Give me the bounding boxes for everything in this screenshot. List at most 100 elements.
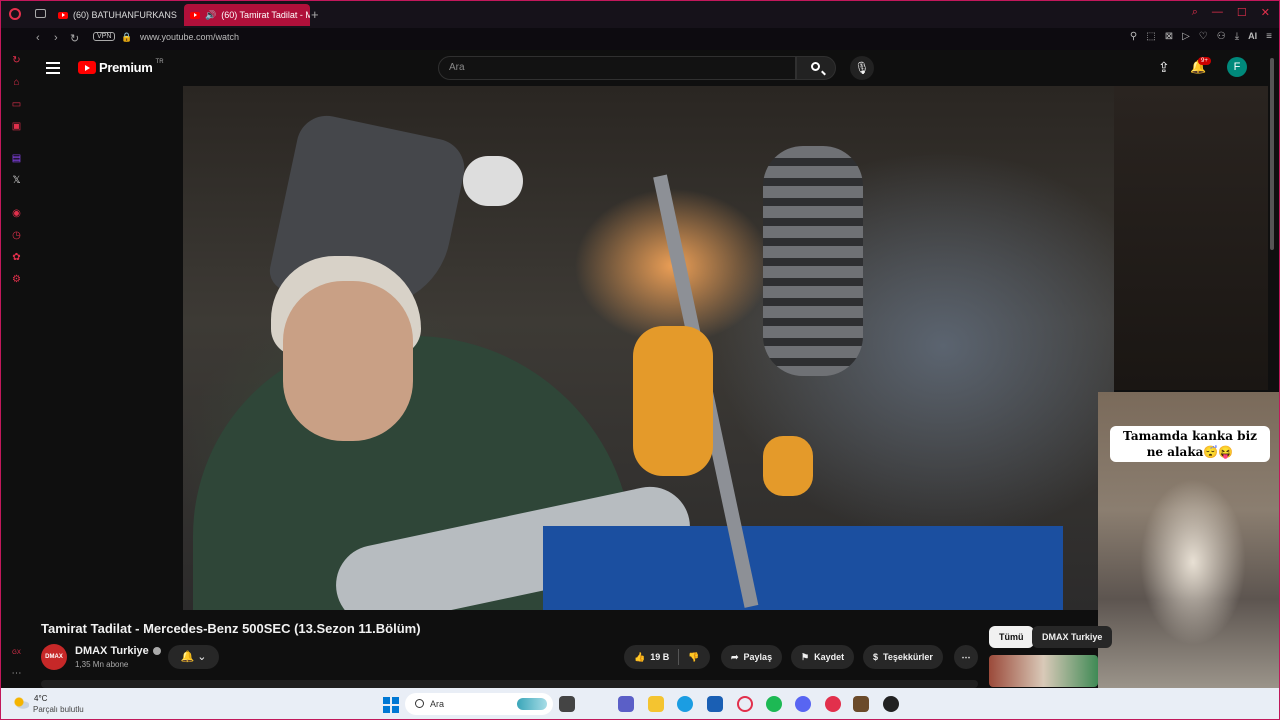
dislike-icon[interactable]: 👎 bbox=[688, 652, 699, 663]
file-explorer-icon[interactable] bbox=[648, 696, 664, 712]
new-tab-button[interactable]: + bbox=[311, 7, 319, 22]
logo-text: Premium bbox=[99, 60, 153, 75]
taskbar-search-label: Ara bbox=[430, 699, 445, 709]
weather-temperature[interactable]: 4°C bbox=[34, 694, 47, 703]
recommended-video-thumbnail[interactable] bbox=[989, 655, 1098, 687]
opera-logo-icon[interactable] bbox=[9, 8, 21, 20]
more-horizontal-icon: ⋯ bbox=[961, 651, 971, 662]
more-actions-button[interactable]: ⋯ bbox=[954, 645, 978, 669]
search-tabs-icon[interactable]: ⌕ bbox=[1192, 6, 1198, 19]
weather-icon[interactable] bbox=[13, 696, 29, 710]
video-title: Tamirat Tadilat - Mercedes-Benz 500SEC (… bbox=[41, 621, 421, 636]
heart-icon[interactable]: ♡ bbox=[1199, 31, 1208, 42]
youtube-favicon-icon bbox=[58, 11, 68, 19]
share-label: Paylaş bbox=[743, 652, 773, 662]
yellow-glove bbox=[633, 326, 713, 476]
settings-icon[interactable]: ⚙ bbox=[11, 274, 22, 285]
speaker-icon[interactable]: 🔊 bbox=[205, 10, 216, 21]
task-view-icon[interactable] bbox=[559, 696, 575, 712]
ai-button[interactable]: AI bbox=[1248, 31, 1257, 42]
search-highlight-icon bbox=[517, 698, 547, 710]
opera-gx-taskbar-icon[interactable] bbox=[737, 696, 753, 712]
easy-setup-icon[interactable]: ≡ bbox=[1266, 31, 1272, 42]
youtube-logo[interactable]: Premium TR bbox=[78, 58, 164, 75]
subscription-bell-button[interactable]: 🔔 ⌄ bbox=[168, 645, 219, 669]
play-icon[interactable]: ▷ bbox=[1182, 31, 1190, 42]
forward-icon[interactable]: › bbox=[54, 32, 58, 44]
save-label: Kaydet bbox=[814, 652, 845, 662]
game-app-icon[interactable] bbox=[853, 696, 869, 712]
microsoft-store-icon[interactable] bbox=[707, 696, 723, 712]
channel-name-text: DMAX Turkiye bbox=[75, 645, 149, 657]
browser-tab-bar: (60) BATUHANFURKANS 🔊 (60) Tamirat Tadil… bbox=[0, 0, 1280, 28]
gx-icon[interactable]: GX bbox=[11, 648, 22, 659]
windows-start-icon[interactable] bbox=[383, 697, 399, 713]
description-box[interactable] bbox=[41, 680, 978, 688]
whatsapp-icon[interactable]: ▣ bbox=[11, 121, 22, 132]
vpn-badge[interactable]: VPN bbox=[93, 32, 116, 41]
teams-icon[interactable] bbox=[618, 696, 634, 712]
picture-in-picture-player[interactable]: Tamamda kanka biz ne alaka😴😝 bbox=[1098, 392, 1280, 688]
logo-region: TR bbox=[155, 58, 164, 65]
url-field[interactable]: www.youtube.com/watch bbox=[140, 32, 239, 42]
x-twitter-icon[interactable]: 𝕏 bbox=[11, 175, 22, 186]
upload-icon[interactable]: ⇪ bbox=[1158, 59, 1170, 76]
spotify-icon[interactable] bbox=[766, 696, 782, 712]
download-icon[interactable]: ⤓ bbox=[1235, 31, 1239, 42]
browser-toolbar: ⚲ ⬚ ⊠ ▷ ♡ ⚇ ⤓ AI ≡ bbox=[1130, 31, 1272, 42]
chevron-down-icon: ⌄ bbox=[197, 651, 207, 663]
maximize-icon[interactable]: ☐ bbox=[1237, 6, 1247, 19]
chip-dmax-turkiye[interactable]: DMAX Turkiye bbox=[1032, 626, 1113, 648]
edge-icon[interactable] bbox=[677, 696, 693, 712]
more-icon[interactable]: ⋯ bbox=[11, 668, 22, 679]
opera-icon[interactable] bbox=[825, 696, 841, 712]
search-input[interactable]: Ara bbox=[438, 56, 796, 80]
windows-taskbar: 4°C Parçalı bulutlu Ara bbox=[0, 688, 1280, 720]
twitch-icon[interactable]: ▤ bbox=[11, 153, 22, 164]
minimize-icon[interactable]: — bbox=[1212, 6, 1223, 19]
video-side-area bbox=[1114, 86, 1268, 390]
channel-avatar[interactable]: DMAX bbox=[41, 644, 67, 670]
share-button[interactable]: ➦ Paylaş bbox=[721, 645, 783, 669]
weather-description[interactable]: Parçalı bulutlu bbox=[33, 705, 84, 714]
bookmark-icon[interactable]: ⚲ bbox=[1130, 31, 1137, 42]
tab-tamirat-tadilat[interactable]: 🔊 (60) Tamirat Tadilat - M bbox=[184, 4, 310, 26]
profile-icon[interactable]: ⚇ bbox=[1217, 31, 1226, 42]
browser-sidebar: ↻ ⌂ ▭ ▣ ▤ 𝕏 ◉ ◷ ✿ ⚙ GX ⋯ bbox=[0, 50, 32, 688]
work-lamp bbox=[463, 156, 523, 206]
thanks-button[interactable]: $ Teşekkürler bbox=[863, 645, 943, 669]
taskbar-search[interactable]: Ara bbox=[405, 693, 553, 715]
tab-batuhanfurkans[interactable]: (60) BATUHANFURKANS bbox=[52, 4, 180, 26]
account-avatar[interactable]: F bbox=[1227, 57, 1247, 77]
youtube-favicon-icon bbox=[190, 11, 200, 19]
channel-name[interactable]: DMAX Turkiye bbox=[75, 645, 161, 657]
lock-icon[interactable]: 🔒 bbox=[121, 32, 132, 43]
save-button[interactable]: ⚑ Kaydet bbox=[791, 645, 855, 669]
reload-icon[interactable]: ↻ bbox=[70, 32, 79, 45]
tab-switcher-icon[interactable] bbox=[35, 9, 46, 18]
shield-icon[interactable]: ⊠ bbox=[1165, 31, 1173, 42]
like-icon[interactable]: 👍 bbox=[634, 652, 645, 663]
player-icon[interactable]: ◉ bbox=[11, 208, 22, 219]
crypto-wallet-icon[interactable]: ⌂ bbox=[11, 77, 22, 88]
address-bar: ‹ › ↻ VPN 🔒 www.youtube.com/watch ⚲ ⬚ ⊠ … bbox=[0, 28, 1280, 50]
snapshot-icon[interactable]: ⬚ bbox=[1146, 31, 1155, 42]
history-icon[interactable]: ◷ bbox=[11, 230, 22, 241]
chip-all[interactable]: Tümü bbox=[989, 626, 1034, 648]
extensions-icon[interactable]: ✿ bbox=[11, 252, 22, 263]
aria-icon[interactable]: ↻ bbox=[11, 55, 22, 66]
video-player[interactable] bbox=[183, 86, 1114, 610]
page-scrollbar[interactable] bbox=[1270, 58, 1274, 250]
app-icon[interactable] bbox=[883, 696, 899, 712]
close-icon[interactable]: ✕ bbox=[1261, 6, 1270, 19]
search-button[interactable] bbox=[796, 56, 836, 80]
back-icon[interactable]: ‹ bbox=[36, 32, 40, 44]
like-count[interactable]: 19 B bbox=[650, 652, 669, 662]
share-icon: ➦ bbox=[731, 651, 739, 662]
hamburger-menu-icon[interactable] bbox=[46, 62, 60, 74]
discord-icon[interactable] bbox=[795, 696, 811, 712]
voice-search-mic-icon[interactable]: 🎙 bbox=[850, 56, 874, 80]
messenger-icon[interactable]: ▭ bbox=[11, 99, 22, 110]
window-controls: ⌕ — ☐ ✕ bbox=[1192, 6, 1270, 19]
search-placeholder: Ara bbox=[449, 62, 465, 73]
